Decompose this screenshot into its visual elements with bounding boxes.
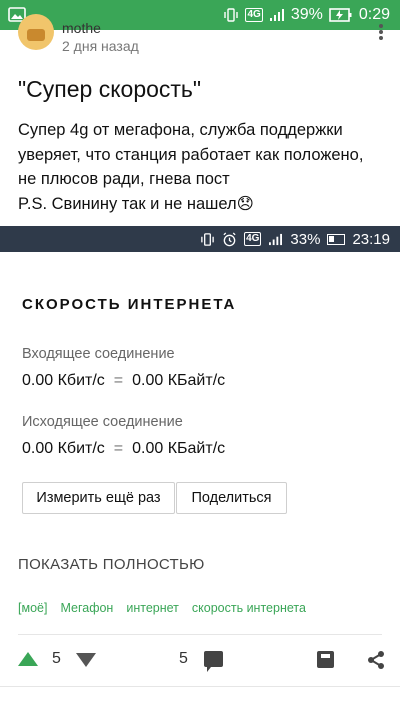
alarm-icon (223, 231, 236, 246)
battery-percent: 33% (290, 230, 321, 248)
measure-again-button[interactable]: Измерить ещё раз (22, 482, 175, 514)
post-body-line: Супер 4g от мегафона, служба поддержки (18, 121, 343, 139)
equals-sign: = (113, 372, 124, 389)
share-icon[interactable] (366, 650, 386, 670)
post-body-line: не плюсов ради, гнева пост (18, 170, 230, 188)
section-title: СКОРОСТЬ ИНТЕРНЕТА (22, 296, 237, 313)
tag[interactable]: скорость интернета (192, 601, 306, 615)
network-type-badge: 4G (245, 8, 263, 22)
post-body-line: уверяет, что станция работает как положе… (18, 145, 364, 164)
post-title[interactable]: "Супер скорость" (18, 76, 201, 103)
tag-list: [моё] Мегафон интернет скорость интернет… (18, 601, 306, 615)
network-type-badge: 4G (244, 232, 262, 246)
comment-icon[interactable] (204, 651, 223, 672)
incoming-kbyte: 0.00 КБайт/с (132, 372, 226, 389)
author-name[interactable]: mothe (62, 20, 101, 36)
share-result-button[interactable]: Поделиться (176, 482, 287, 514)
outgoing-kbit: 0.00 Кбит/с (22, 440, 105, 457)
comment-count[interactable]: 5 (179, 650, 188, 668)
clock: 23:19 (352, 230, 390, 248)
incoming-kbit: 0.00 Кбит/с (22, 372, 105, 389)
signal-icon (269, 9, 284, 21)
divider (0, 686, 400, 687)
post-time: 2 дня назад (62, 38, 139, 54)
downvote-icon[interactable] (76, 653, 96, 667)
save-icon[interactable] (317, 651, 334, 668)
post-score: 5 (52, 650, 61, 667)
divider (18, 634, 382, 635)
post-body: Супер 4g от мегафона, служба поддержки у… (18, 118, 388, 216)
status-bar: 4G 39% 0:29 (0, 0, 400, 30)
signal-icon (269, 233, 283, 245)
outgoing-value: 0.00 Кбит/с = 0.00 КБайт/с (22, 440, 225, 458)
screenshot-status-bar: 4G 33% 23:19 (0, 226, 400, 252)
outgoing-label: Исходящее соединение (22, 414, 183, 430)
post-actions: 5 5 (0, 640, 400, 680)
outgoing-kbyte: 0.00 КБайт/с (132, 440, 226, 457)
tag[interactable]: [моё] (18, 601, 47, 615)
upvote-icon[interactable] (18, 652, 38, 666)
tag[interactable]: Мегафон (60, 601, 113, 615)
tag[interactable]: интернет (126, 601, 179, 615)
battery-charging-icon (329, 8, 352, 22)
clock: 0:29 (358, 6, 390, 23)
more-options-icon[interactable] (378, 24, 384, 42)
author-avatar[interactable] (18, 14, 54, 50)
post-body-line: P.S. Свинину так и не нашел😞 (18, 194, 254, 213)
equals-sign: = (113, 440, 124, 457)
incoming-label: Входящее соединение (22, 346, 175, 362)
battery-percent: 39% (290, 6, 323, 23)
vibrate-icon (224, 8, 239, 22)
vibrate-icon (201, 232, 214, 246)
embedded-screenshot[interactable]: 4G 33% 23:19 СКОРОСТЬ ИНТЕРНЕТА Входящее… (0, 226, 400, 686)
incoming-value: 0.00 Кбит/с = 0.00 КБайт/с (22, 372, 225, 390)
show-all-link[interactable]: ПОКАЗАТЬ ПОЛНОСТЬЮ (18, 556, 205, 573)
battery-icon (327, 233, 346, 245)
